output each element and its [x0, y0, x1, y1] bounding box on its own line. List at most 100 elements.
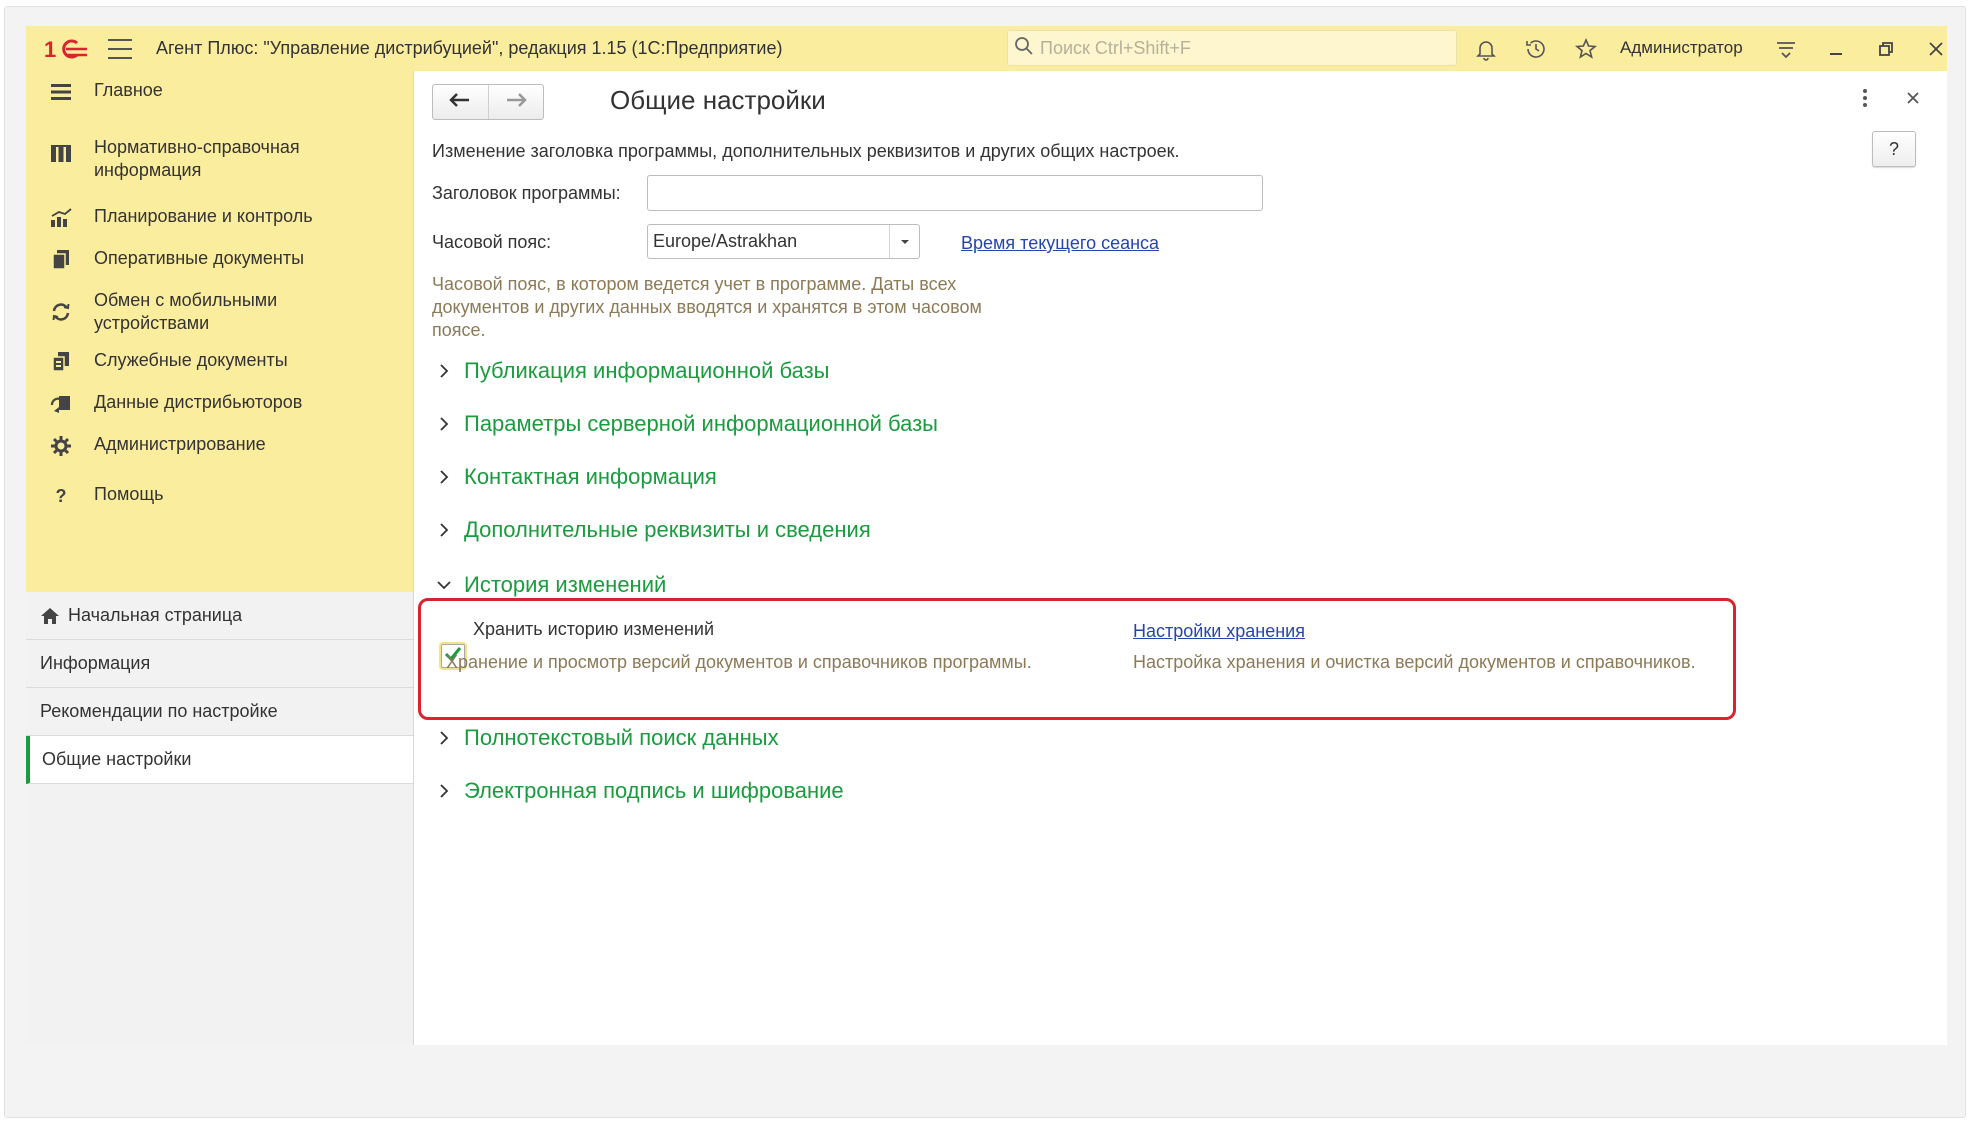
form-close-icon[interactable]: [1901, 85, 1925, 111]
open-item-label: Рекомендации по настройке: [40, 701, 278, 721]
open-item-label: Информация: [40, 653, 151, 673]
section-service-docs[interactable]: Служебные документы: [26, 349, 413, 391]
chevron-right-icon: [434, 520, 454, 540]
section-label: Обмен с мобильными устройствами: [94, 290, 278, 333]
group-label: Электронная подпись и шифрование: [464, 778, 844, 803]
section-label: Главное: [94, 80, 163, 100]
section-planning[interactable]: Планирование и контроль: [26, 205, 413, 247]
documents-icon: [48, 247, 74, 273]
group-label: Дополнительные реквизиты и сведения: [464, 517, 871, 542]
sync-icon: [48, 299, 74, 325]
arrow-left-icon: [449, 92, 471, 113]
more-actions-icon[interactable]: [1855, 85, 1875, 111]
minimize-icon[interactable]: [1822, 35, 1850, 63]
svg-text:1: 1: [44, 37, 56, 61]
storage-settings-hint: Настройка хранения и очистка версий доку…: [1133, 652, 1696, 672]
group-label: Контактная информация: [464, 464, 717, 489]
home-icon: [40, 607, 60, 625]
timezone-label: Часовой пояс:: [432, 232, 552, 252]
section-distributors[interactable]: Данные дистрибьюторов: [26, 391, 413, 433]
program-title-input[interactable]: [647, 175, 1263, 211]
section-administration[interactable]: Администрирование: [26, 433, 413, 475]
chevron-down-icon[interactable]: [889, 225, 919, 258]
open-item-recommendations[interactable]: Рекомендации по настройке: [26, 688, 413, 736]
session-time-link[interactable]: Время текущего сеанса: [961, 233, 1159, 254]
group-fulltext-search[interactable]: Полнотекстовый поиск данных: [434, 725, 779, 751]
gear-icon: [48, 433, 74, 459]
group-label: Полнотекстовый поиск данных: [464, 725, 779, 750]
user-name[interactable]: Администратор: [1620, 38, 1743, 58]
main-form: Общие настройки ? Изменение заголовка пр…: [415, 71, 1947, 1045]
question-icon: ?: [55, 485, 67, 506]
open-item-info[interactable]: Информация: [26, 640, 413, 688]
chevron-right-icon: [434, 467, 454, 487]
chart-icon: [48, 205, 74, 231]
menu-icon[interactable]: [108, 38, 132, 59]
sidebar: Главное Нормативно-справочная информация…: [26, 71, 414, 1045]
group-contact-info[interactable]: Контактная информация: [434, 464, 717, 490]
section-label: Нормативно-справочная информация: [94, 137, 300, 180]
open-item-label: Начальная страница: [68, 605, 243, 625]
section-label: Планирование и контроль: [94, 206, 313, 226]
section-label: Оперативные документы: [94, 248, 305, 268]
back-button[interactable]: [433, 85, 488, 119]
bell-icon[interactable]: [1472, 35, 1500, 63]
menu-lines-icon: [48, 79, 74, 105]
open-item-label: Общие настройки: [42, 749, 192, 769]
section-label: Служебные документы: [94, 350, 288, 370]
section-main[interactable]: Главное: [26, 79, 413, 131]
chevron-right-icon: [434, 414, 454, 434]
section-operative[interactable]: Оперативные документы: [26, 247, 413, 289]
arrow-right-icon: [505, 92, 527, 113]
section-label: Администрирование: [94, 434, 266, 454]
close-icon[interactable]: [1922, 35, 1947, 63]
storage-settings-link[interactable]: Настройки хранения: [1133, 621, 1305, 642]
group-publication[interactable]: Публикация информационной базы: [434, 358, 829, 384]
section-reference[interactable]: Нормативно-справочная информация: [26, 129, 413, 205]
chevron-right-icon: [434, 728, 454, 748]
app-title: Агент Плюс: "Управление дистрибуцией", р…: [156, 38, 783, 58]
app-window: 1 Агент Плюс: "Управление дистрибуцией",…: [26, 26, 1947, 1045]
timezone-value: Europe/Astrakhan: [653, 231, 798, 251]
chevron-down-icon: [434, 575, 454, 595]
settings-lines-icon[interactable]: [1772, 35, 1800, 63]
help-button[interactable]: ?: [1872, 131, 1916, 167]
restore-icon[interactable]: [1872, 35, 1900, 63]
catalog-icon: [48, 141, 74, 167]
service-docs-icon: [48, 349, 74, 375]
form-description: Изменение заголовка программы, дополните…: [432, 141, 1180, 161]
chevron-right-icon: [434, 361, 454, 381]
group-label: Параметры серверной информационной базы: [464, 411, 938, 436]
search-input[interactable]: [1040, 37, 1440, 59]
chevron-right-icon: [434, 781, 454, 801]
timezone-hint: Часовой пояс, в котором ведется учет в п…: [432, 274, 982, 340]
search-icon: [1014, 36, 1034, 61]
star-icon[interactable]: [1572, 35, 1600, 63]
form-title: Общие настройки: [610, 85, 826, 115]
keep-history-hint: Хранение и просмотр версий документов и …: [446, 652, 1032, 672]
group-additional-attributes[interactable]: Дополнительные реквизиты и сведения: [434, 517, 871, 543]
group-label: История изменений: [464, 572, 667, 597]
section-help[interactable]: ? Помощь: [26, 475, 413, 517]
history-icon[interactable]: [1522, 35, 1550, 63]
open-item-home[interactable]: Начальная страница: [26, 592, 413, 640]
nav-buttons: [432, 84, 544, 120]
open-windows-list: Начальная страница Информация Рекомендац…: [26, 592, 413, 784]
1c-logo-icon[interactable]: 1: [44, 36, 88, 62]
title-bar: 1 Агент Плюс: "Управление дистрибуцией",…: [26, 26, 1947, 71]
group-server-params[interactable]: Параметры серверной информационной базы: [434, 411, 938, 437]
group-change-history[interactable]: История изменений: [434, 572, 666, 598]
keep-history-label[interactable]: Хранить историю изменений: [473, 619, 714, 640]
search-box[interactable]: [1007, 30, 1457, 66]
forward-button[interactable]: [487, 85, 543, 119]
open-item-general-settings[interactable]: Общие настройки: [26, 736, 413, 784]
section-mobile-exchange[interactable]: Обмен с мобильными устройствами: [26, 289, 413, 349]
section-label: Помощь: [94, 484, 164, 504]
group-digital-signature[interactable]: Электронная подпись и шифрование: [434, 778, 844, 804]
timezone-select[interactable]: Europe/Astrakhan: [647, 224, 920, 259]
section-label: Данные дистрибьюторов: [94, 392, 303, 412]
sections-panel: Главное Нормативно-справочная информация…: [26, 71, 413, 592]
group-label: Публикация информационной базы: [464, 358, 830, 383]
program-title-label: Заголовок программы:: [432, 183, 621, 203]
distributor-icon: [48, 391, 74, 417]
